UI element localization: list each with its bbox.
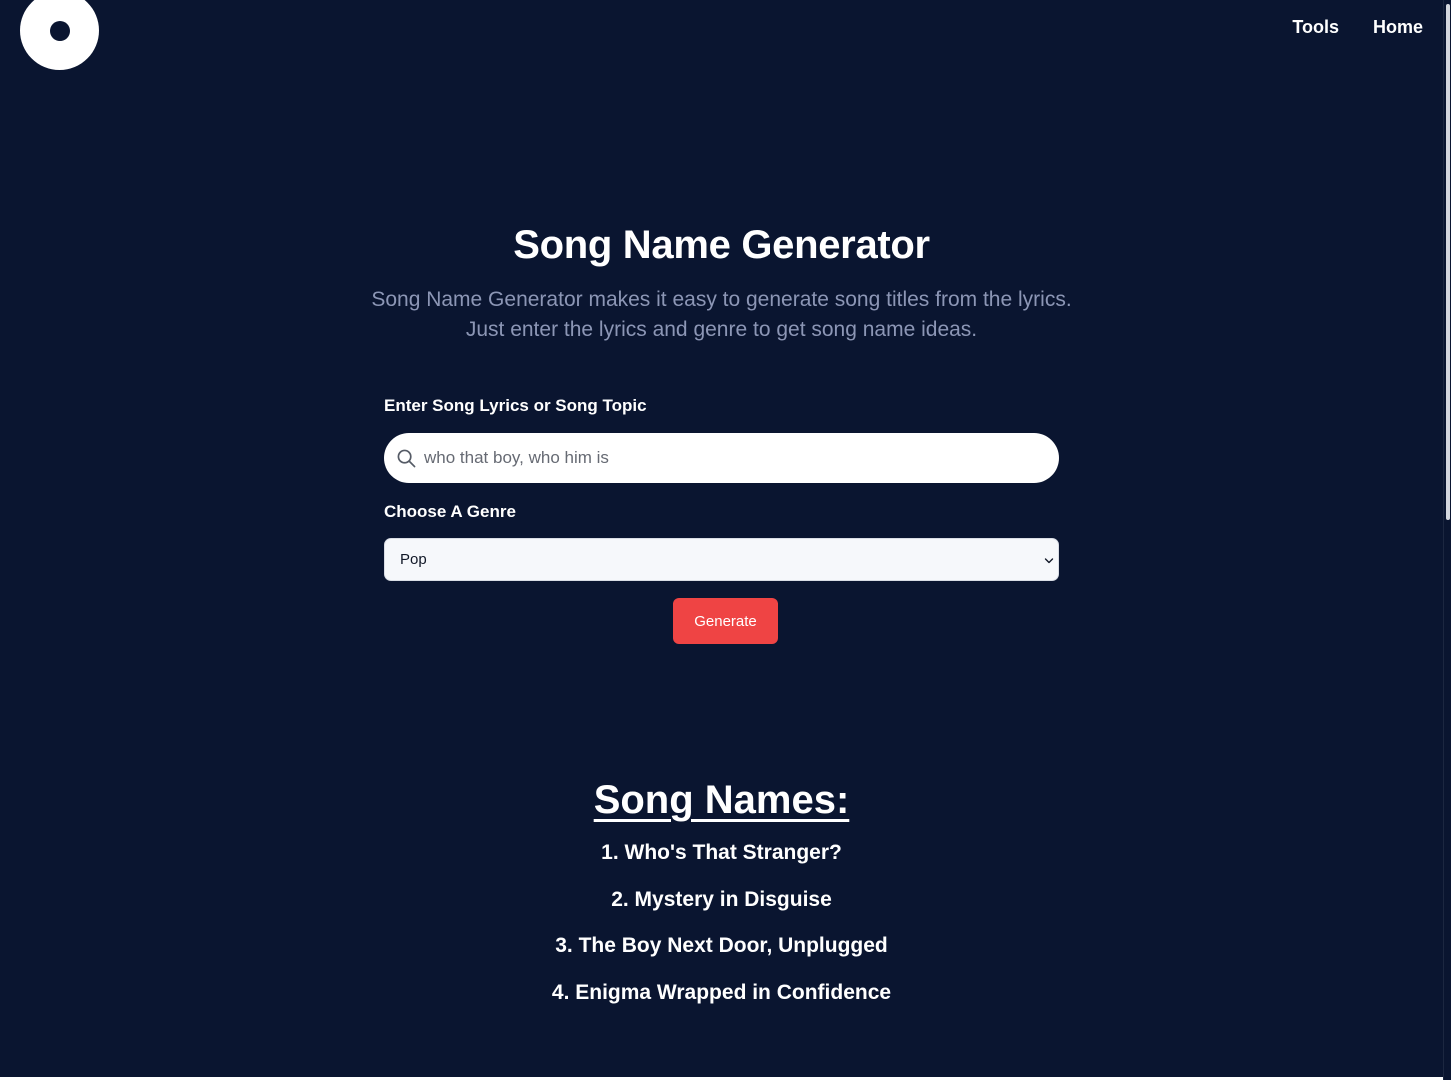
song-name-item: 1. Who's That Stranger?	[601, 841, 842, 864]
genre-select[interactable]: Pop	[384, 538, 1059, 581]
search-icon	[396, 448, 416, 468]
song-name-item: 2. Mystery in Disguise	[611, 887, 832, 911]
page-subtitle: Song Name Generator makes it easy to gen…	[371, 288, 1072, 341]
results-heading: Song Names:	[593, 778, 850, 822]
top-nav: Tools Home	[1292, 17, 1423, 38]
lyrics-label: Enter Song Lyrics or Song Topic	[384, 396, 647, 415]
chevron-down-icon	[1043, 554, 1055, 566]
lyrics-search-box[interactable]	[384, 433, 1059, 483]
disc-logo[interactable]	[20, 0, 99, 70]
page-title: Song Name Generator	[513, 223, 930, 267]
genre-selected-value: Pop	[400, 551, 427, 568]
page: Tools Home Song Name Generator Song Name…	[0, 0, 1451, 1080]
song-name-item: 3. The Boy Next Door, Unplugged	[555, 934, 888, 957]
nav-home-link[interactable]: Home	[1373, 17, 1423, 38]
genre-label: Choose A Genre	[384, 502, 516, 521]
nav-tools-link[interactable]: Tools	[1292, 17, 1339, 38]
song-name-item: 4. Enigma Wrapped in Confidence	[551, 980, 892, 1004]
scrollbar-thumb[interactable]	[1446, 4, 1450, 520]
generate-button[interactable]: Generate	[673, 598, 778, 644]
lyrics-input[interactable]	[422, 447, 1026, 469]
logo-center-dot	[49, 20, 70, 41]
vertical-scrollbar[interactable]	[1443, 0, 1451, 1080]
song-names-list: 1. Who's That Stranger? 2. Mystery in Di…	[0, 838, 1443, 1024]
